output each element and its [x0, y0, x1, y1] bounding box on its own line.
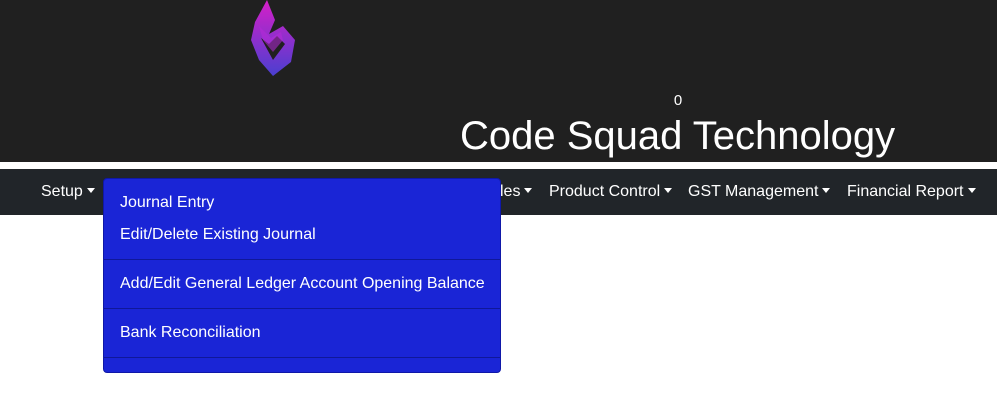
shield-logo-icon [251, 0, 295, 76]
dropdown-item-bank-reconciliation[interactable]: Bank Reconciliation [120, 323, 261, 343]
nav-item-product-control[interactable]: Product Control [549, 169, 673, 215]
notification-counter: 0 [673, 92, 683, 109]
nav-item-label: les [500, 183, 521, 200]
caret-down-icon [524, 188, 533, 193]
dropdown-divider [104, 259, 500, 260]
accounting-dropdown-menu: Journal Entry Edit/Delete Existing Journ… [103, 178, 501, 373]
dropdown-item-journal-entry[interactable]: Journal Entry [120, 193, 214, 213]
nav-item-label: Financial Report [847, 183, 964, 200]
caret-down-icon [86, 188, 95, 193]
nav-item-label: Product Control [549, 183, 661, 200]
nav-item-label: Setup [41, 183, 83, 200]
nav-item-modules[interactable]: les [500, 169, 533, 215]
nav-item-gst-management[interactable]: GST Management [688, 169, 831, 215]
dropdown-item-edit-delete-journal[interactable]: Edit/Delete Existing Journal [120, 225, 316, 245]
app-header: 0 Code Squad Technology [0, 0, 997, 162]
nav-item-label: GST Management [688, 183, 819, 200]
nav-item-setup[interactable]: Setup [41, 169, 95, 215]
caret-down-icon [967, 188, 976, 193]
dropdown-item-gl-opening-balance[interactable]: Add/Edit General Ledger Account Opening … [120, 274, 485, 294]
caret-down-icon [664, 188, 673, 193]
dropdown-divider [104, 308, 500, 309]
header-divider [0, 162, 997, 169]
nav-item-financial-report[interactable]: Financial Report [847, 169, 976, 215]
caret-down-icon [822, 188, 831, 193]
dropdown-divider [104, 357, 500, 358]
brand-title: Code Squad Technology [460, 114, 896, 158]
